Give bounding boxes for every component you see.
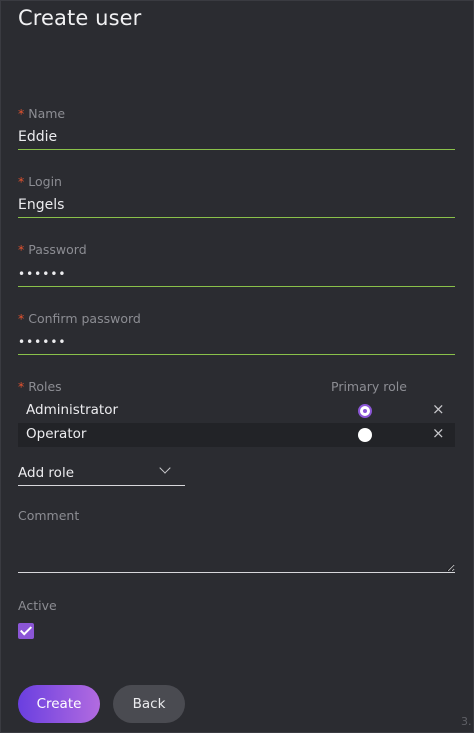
add-role-label: Add role xyxy=(18,465,74,481)
primary-role-header: Primary role xyxy=(331,379,407,394)
required-mark: * xyxy=(18,106,25,121)
primary-role-radio[interactable] xyxy=(358,428,372,442)
active-checkbox[interactable] xyxy=(18,623,34,639)
required-mark: * xyxy=(18,242,25,257)
role-row-administrator: Administrator × xyxy=(18,399,455,423)
remove-role-icon[interactable]: × xyxy=(432,424,445,442)
confirm-password-label: * Confirm password xyxy=(18,311,141,326)
login-label: * Login xyxy=(18,174,62,189)
add-role-select[interactable]: Add role xyxy=(18,460,185,486)
comment-textarea[interactable] xyxy=(18,530,455,573)
login-input[interactable] xyxy=(18,192,455,218)
required-mark: * xyxy=(18,311,25,326)
primary-role-radio[interactable] xyxy=(358,404,372,418)
version-label: 3. xyxy=(461,715,472,728)
comment-label: Comment xyxy=(18,508,80,523)
create-button[interactable]: Create xyxy=(18,685,100,723)
required-mark: * xyxy=(18,379,25,394)
confirm-password-input[interactable] xyxy=(18,329,455,355)
name-label: * Name xyxy=(18,106,66,121)
roles-label: * Roles xyxy=(18,379,62,394)
active-label: Active xyxy=(18,598,57,613)
window-frame xyxy=(0,0,474,733)
role-name: Administrator xyxy=(26,402,119,418)
back-button[interactable]: Back xyxy=(113,685,185,723)
password-label: * Password xyxy=(18,242,87,257)
remove-role-icon[interactable]: × xyxy=(432,400,445,418)
role-name: Operator xyxy=(26,426,87,442)
page-title: Create user xyxy=(18,6,142,30)
role-row-operator: Operator × xyxy=(18,423,455,447)
password-input[interactable] xyxy=(18,261,455,287)
name-input[interactable] xyxy=(18,124,455,150)
chevron-down-icon xyxy=(159,462,171,474)
required-mark: * xyxy=(18,174,25,189)
